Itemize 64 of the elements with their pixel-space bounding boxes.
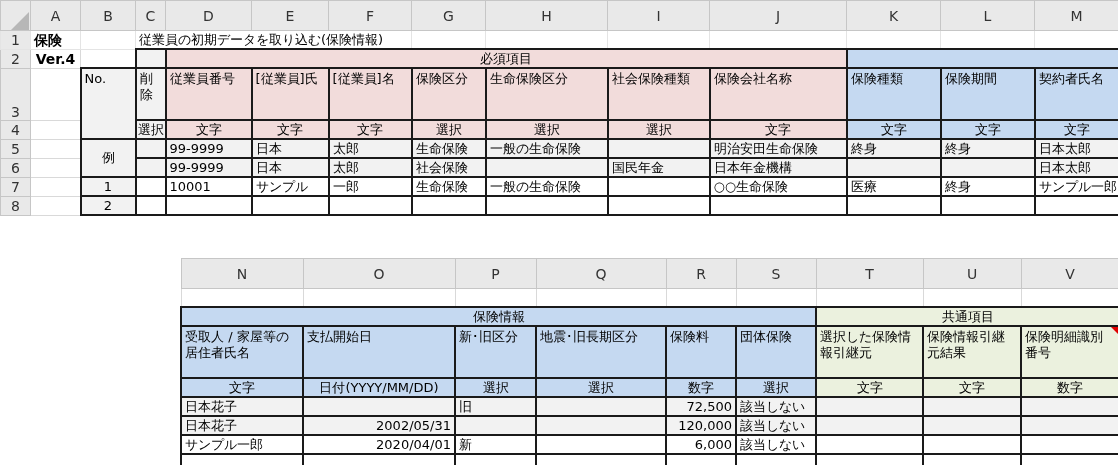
- table-cell: 例: [80, 139, 136, 177]
- column-title: 新･旧区分: [455, 326, 536, 378]
- column-title: 契約者氏名: [1034, 68, 1118, 120]
- table-cell: 生命保険: [411, 177, 486, 196]
- table-cell: ○○生命保険: [709, 177, 847, 196]
- column-header[interactable]: D: [165, 0, 252, 31]
- column-title: 保険区分: [411, 68, 486, 120]
- column-header[interactable]: L: [940, 0, 1035, 31]
- column-title: No.: [80, 68, 136, 139]
- column-header[interactable]: H: [485, 0, 608, 31]
- table-cell: 医療: [846, 177, 941, 196]
- column-header[interactable]: T: [816, 258, 923, 289]
- table-cell: サンプル一郎: [1034, 177, 1118, 196]
- column-title: 支払開始日: [303, 326, 455, 378]
- column-header[interactable]: S: [736, 258, 816, 289]
- column-title: 生命保険区分: [485, 68, 608, 120]
- column-header[interactable]: O: [303, 258, 455, 289]
- table-cell: 一郎: [328, 177, 412, 196]
- column-header[interactable]: E: [251, 0, 329, 31]
- table-cell: 該当しない: [736, 435, 816, 454]
- table-cell: 新: [455, 435, 536, 454]
- column-title: 保険種類: [846, 68, 941, 120]
- column-header[interactable]: B: [80, 0, 136, 31]
- table-cell: サンプル: [251, 177, 329, 196]
- column-header[interactable]: V: [1021, 258, 1118, 289]
- column-header[interactable]: A: [30, 0, 81, 31]
- column-header[interactable]: U: [923, 258, 1021, 289]
- column-header[interactable]: J: [709, 0, 847, 31]
- table-cell: 6,000: [666, 435, 736, 454]
- sheet-label: 保険: [30, 30, 81, 49]
- column-title: 保険会社名称: [709, 68, 847, 120]
- column-title: [従業員]名: [328, 68, 412, 120]
- column-header[interactable]: R: [666, 258, 736, 289]
- column-title: 選択した保険情報引継元: [816, 326, 923, 378]
- column-title: 削除: [135, 68, 166, 120]
- section-header: 保険情報: [181, 307, 816, 326]
- column-title: 社会保険種類: [607, 68, 710, 120]
- column-header[interactable]: Q: [536, 258, 666, 289]
- column-title: 保険料: [666, 326, 736, 378]
- column-header[interactable]: F: [328, 0, 412, 31]
- column-title: 地震･旧長期区分: [536, 326, 666, 378]
- table-cell: 終身: [940, 177, 1035, 196]
- section-header: 共通項目: [816, 307, 1118, 326]
- table-cell: 2020/04/01: [303, 435, 455, 454]
- column-title: 受取人 / 家屋等の居住者氏名: [181, 326, 303, 378]
- column-title: [従業員]氏: [251, 68, 329, 120]
- column-title: 保険明細識別番号: [1025, 329, 1103, 360]
- column-header[interactable]: I: [607, 0, 710, 31]
- column-header[interactable]: G: [411, 0, 486, 31]
- table-cell: サンプル一郎: [181, 435, 303, 454]
- sheet-label: Ver.4: [30, 49, 81, 68]
- column-title: 従業員番号: [165, 68, 252, 120]
- table-cell: 10001: [165, 177, 252, 196]
- column-header[interactable]: P: [455, 258, 536, 289]
- column-title: 団体保険: [736, 326, 816, 378]
- column-header[interactable]: N: [181, 258, 303, 289]
- column-header[interactable]: K: [846, 0, 941, 31]
- column-header[interactable]: C: [135, 0, 166, 31]
- column-title: 保険情報引継元結果: [923, 326, 1021, 378]
- row-header[interactable]: 3: [0, 68, 31, 120]
- table-cell: 一般の生命保険: [485, 177, 608, 196]
- column-header[interactable]: M: [1034, 0, 1118, 31]
- column-title: 保険期間: [940, 68, 1035, 120]
- section-header: 必須項目: [165, 49, 847, 68]
